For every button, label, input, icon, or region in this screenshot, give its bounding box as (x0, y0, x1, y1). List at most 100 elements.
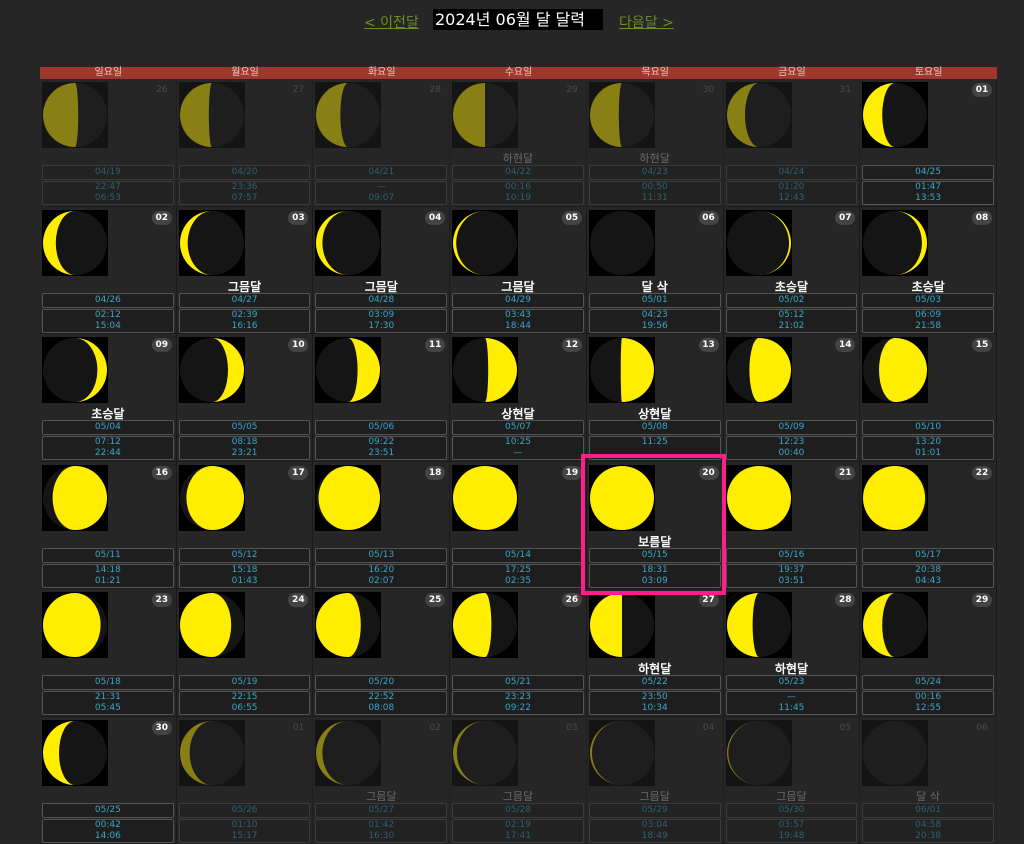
day-cell[interactable]: 13상현달05/0811:25 (587, 334, 724, 462)
day-number: 30 (152, 721, 172, 735)
day-number: 23 (152, 593, 172, 607)
moon-phase-icon (315, 592, 381, 658)
lunar-date: 05/26 (179, 803, 311, 818)
moonset-time: 15:04 (43, 321, 173, 332)
day-cell[interactable]: 2704/2023:3607:57 (177, 79, 314, 207)
lunar-date: 05/11 (42, 548, 174, 563)
lunar-date: 05/15 (589, 548, 721, 563)
moon-lit-area (43, 593, 101, 657)
day-number: 19 (562, 466, 582, 480)
phase-label: 그믐달 (450, 281, 586, 293)
day-cell[interactable]: 27하현달05/2223:5010:34 (587, 589, 724, 717)
moonrise-moonset-times: 02:3916:16 (179, 309, 311, 333)
moon-phase-icon (726, 720, 792, 786)
day-cell[interactable]: 2405/1922:1506:55 (177, 589, 314, 717)
day-number: 05 (562, 211, 582, 225)
moon-phase-icon (179, 337, 245, 403)
weekday-mon: 월요일 (177, 67, 314, 79)
phase-label: 상현달 (587, 408, 723, 420)
day-cell[interactable]: 2505/2022:5208:08 (313, 589, 450, 717)
moon-dark-disc (863, 721, 927, 785)
moonrise-time: 11:25 (590, 437, 720, 448)
day-cell[interactable]: 2905/2400:1612:55 (860, 589, 997, 717)
day-cell[interactable]: 1405/0912:2300:40 (724, 334, 861, 462)
day-cell[interactable]: 1805/1316:2002:07 (313, 462, 450, 590)
day-cell[interactable]: 03그믐달05/2802:1917:41 (450, 717, 587, 844)
day-cell[interactable]: 05그믐달05/3003:5719:48 (724, 717, 861, 844)
day-cell[interactable]: 1705/1215:1801:43 (177, 462, 314, 590)
day-cell[interactable]: 0104/2501:4713:53 (860, 79, 997, 207)
day-cell[interactable]: 08초승달05/0306:0921:58 (860, 207, 997, 335)
moon-phase-icon (42, 210, 108, 276)
prev-month-link[interactable]: < 이전달 (364, 12, 419, 32)
lunar-date: 04/29 (452, 293, 584, 308)
moonrise-time: — (316, 182, 446, 193)
day-number: 31 (835, 83, 855, 97)
day-cell[interactable]: 03그믐달04/2702:3916:16 (177, 207, 314, 335)
moon-lit-area (749, 338, 791, 402)
day-cell[interactable]: 3005/2500:4214:06 (40, 717, 177, 844)
moonrise-time: 02:19 (453, 820, 583, 831)
phase-label: 초승달 (860, 281, 996, 293)
day-cell[interactable]: 1505/1013:2001:01 (860, 334, 997, 462)
lunar-date: 05/24 (862, 675, 994, 690)
day-cell[interactable]: 09초승달05/0407:1222:44 (40, 334, 177, 462)
day-cell[interactable]: 2105/1619:3703:51 (724, 462, 861, 590)
lunar-date: 05/27 (315, 803, 447, 818)
day-cell[interactable]: 06달 삭05/0104:2319:56 (587, 207, 724, 335)
moonrise-time: 01:10 (180, 820, 310, 831)
day-cell[interactable]: 12상현달05/0710:25— (450, 334, 587, 462)
day-cell[interactable]: 29하현달04/2200:1610:19 (450, 79, 587, 207)
moonrise-time: 00:42 (43, 820, 173, 831)
moonset-time: 18:44 (453, 321, 583, 332)
moonrise-time: 01:42 (316, 820, 446, 831)
moon-phase-icon (42, 592, 108, 658)
day-cell[interactable]: 02그믐달05/2701:4216:30 (313, 717, 450, 844)
day-cell[interactable]: 0204/2602:1215:04 (40, 207, 177, 335)
day-number: 05 (835, 721, 855, 735)
phase-label: 그믐달 (313, 791, 449, 803)
lunar-date: 04/23 (589, 165, 721, 180)
moon-phase-icon (452, 465, 518, 531)
moon-phase-icon (726, 82, 792, 148)
lunar-date: 05/05 (179, 420, 311, 435)
day-cell[interactable]: 1005/0508:1823:21 (177, 334, 314, 462)
day-cell[interactable]: 06달 삭06/0104:5820:38 (860, 717, 997, 844)
moonset-time: 17:30 (316, 321, 446, 332)
day-cell[interactable]: 3104/2401:2012:43 (724, 79, 861, 207)
day-cell[interactable]: 1605/1114:1801:21 (40, 462, 177, 590)
moonset-time: 09:22 (453, 703, 583, 714)
day-cell[interactable]: 2804/21—09:07 (313, 79, 450, 207)
moonrise-moonset-times: 23:5010:34 (589, 691, 721, 715)
day-cell[interactable]: 04그믐달04/2803:0917:30 (313, 207, 450, 335)
moon-dark-disc (590, 211, 654, 275)
moonset-time: 19:56 (590, 321, 720, 332)
moon-phase-icon (862, 210, 928, 276)
next-month-link[interactable]: 다음달 > (619, 12, 674, 32)
day-cell[interactable]: 07초승달05/0205:1221:02 (724, 207, 861, 335)
moonrise-moonset-times: —11:45 (726, 691, 858, 715)
moonrise-time: 05:12 (727, 310, 857, 321)
day-cell[interactable]: 30하현달04/2300:5011:31 (587, 79, 724, 207)
day-cell[interactable]: 1105/0609:2223:51 (313, 334, 450, 462)
day-cell[interactable]: 2305/1821:3105:45 (40, 589, 177, 717)
day-cell[interactable]: 05그믐달04/2903:4318:44 (450, 207, 587, 335)
day-cell[interactable]: 20보름달05/1518:3103:09 (587, 462, 724, 590)
day-cell[interactable]: 28하현달05/23—11:45 (724, 589, 861, 717)
day-cell[interactable]: 2205/1720:3804:43 (860, 462, 997, 590)
lunar-date: 05/06 (315, 420, 447, 435)
moonrise-time: 06:09 (863, 310, 993, 321)
day-cell[interactable]: 2605/2123:2309:22 (450, 589, 587, 717)
day-cell[interactable]: 04그믐달05/2903:0418:49 (587, 717, 724, 844)
moonrise-time: 03:09 (316, 310, 446, 321)
moonrise-moonset-times: 14:1801:21 (42, 564, 174, 588)
day-cell[interactable]: 1905/1417:2502:35 (450, 462, 587, 590)
moonrise-moonset-times: 03:0418:49 (589, 819, 721, 843)
moonset-time: 07:57 (180, 193, 310, 204)
phase-label: 그믐달 (587, 791, 723, 803)
day-cell[interactable]: 0105/2601:1015:17 (177, 717, 314, 844)
moonrise-time: 15:18 (180, 565, 310, 576)
day-cell[interactable]: 2604/1922:4706:53 (40, 79, 177, 207)
day-number: 29 (972, 593, 992, 607)
moonrise-moonset-times: 19:3703:51 (726, 564, 858, 588)
